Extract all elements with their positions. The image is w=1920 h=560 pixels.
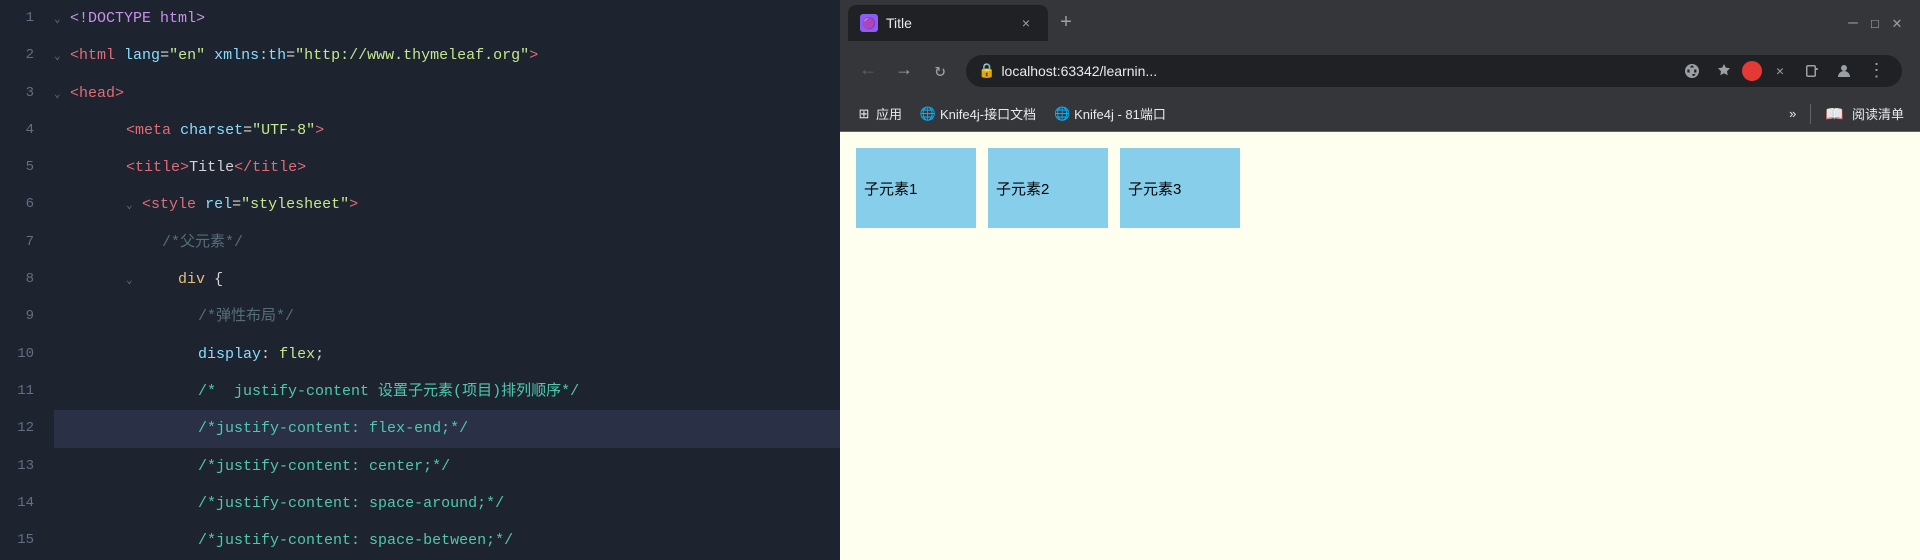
code-line-11: /* justify-content 设置子元素(项目)排列顺序*/ [54,373,840,410]
code-line-5: <title>Title</title> [54,149,840,186]
add-tab-icon: + [1060,12,1072,35]
maximize-icon: ☐ [1870,13,1880,33]
tab-bar: 🟣 Title × + — ☐ ✕ [840,0,1920,46]
code-line-4: <meta charset="UTF-8"> [54,112,840,149]
forward-icon: → [899,61,910,81]
line-num-10: 10 [0,336,34,373]
line-num-6: 6 [0,186,34,223]
back-icon: ← [863,61,874,81]
bookmarks-more-icon: » [1789,106,1796,121]
line-num-2: 2 [0,37,34,74]
code-line-9: /*弹性布局*/ [54,298,840,335]
flex-child-2: 子元素2 [988,148,1108,228]
extension-icon-red[interactable] [1742,61,1762,81]
line-num-5: 5 [0,149,34,186]
line-num-11: 11 [0,373,34,410]
apps-icon: ⊞ [856,106,872,122]
address-text: localhost:63342/learnin... [1001,63,1157,79]
line-num-3: 3 [0,75,34,112]
line-num-14: 14 [0,485,34,522]
line-numbers: 1 2 3 4 5 6 7 8 9 10 11 12 13 14 15 [0,0,46,560]
code-line-3: ⌄<head> [54,75,840,112]
minimize-icon: — [1848,14,1858,32]
line-num-13: 13 [0,448,34,485]
forward-button[interactable]: → [888,55,920,87]
bookmark-apps-label: 应用 [876,104,902,123]
bookmark-knife4j-81-label: Knife4j - 81端口 [1074,104,1166,123]
close-window-button[interactable]: ✕ [1890,16,1904,30]
extensions-button[interactable] [1798,57,1826,85]
refresh-icon: ↻ [935,60,946,82]
code-line-13: /*justify-content: center;*/ [54,448,840,485]
line-num-4: 4 [0,112,34,149]
tab-title: Title [886,15,1008,31]
divider [1810,104,1811,124]
bookmark-knife4j-api[interactable]: 🌐 Knife4j-接口文档 [912,100,1044,127]
code-editor: 1 2 3 4 5 6 7 8 9 10 11 12 13 14 15 ⌄<!D… [0,0,840,560]
bookmarks-more-button[interactable]: » [1781,102,1804,125]
close-window-icon: ✕ [1892,13,1902,33]
back-button[interactable]: ← [852,55,884,87]
bookmarks-right: » 📖 阅读清单 [1781,100,1912,127]
tab-favicon: 🟣 [860,14,878,32]
minimize-button[interactable]: — [1846,16,1860,30]
reading-list-label: 阅读清单 [1852,104,1904,123]
reading-list-icon: 📖 [1825,105,1844,123]
address-icons: ✕ ⋮ [1678,57,1890,85]
browser-tab[interactable]: 🟣 Title × [848,5,1048,41]
lock-icon: 🔒 [978,63,995,80]
tab-close-button[interactable]: × [1016,13,1036,33]
flex-child-1-label: 子元素1 [864,178,917,199]
code-line-14: /*justify-content: space-around;*/ [54,485,840,522]
window-controls: — ☐ ✕ [1846,16,1912,30]
code-line-6: ⌄<style rel="stylesheet"> [54,186,840,223]
code-line-8: ⌄ div { [54,261,840,298]
maximize-button[interactable]: ☐ [1868,16,1882,30]
code-line-2: ⌄<html lang="en" xmlns:th="http://www.th… [54,37,840,74]
new-tab-button[interactable]: + [1052,9,1080,37]
bookmarks-bar: ⊞ 应用 🌐 Knife4j-接口文档 🌐 Knife4j - 81端口 » 📖… [840,96,1920,132]
close-icon: × [1022,15,1030,31]
flex-child-3: 子元素3 [1120,148,1240,228]
line-num-8: 8 [0,261,34,298]
page-content: 子元素1 子元素2 子元素3 [840,132,1920,560]
flex-child-2-label: 子元素2 [996,178,1049,199]
menu-button[interactable]: ⋮ [1862,57,1890,85]
extension-x-button[interactable]: ✕ [1766,57,1794,85]
star-icon[interactable] [1710,57,1738,85]
line-num-15: 15 [0,522,34,559]
line-num-1: 1 [0,0,34,37]
bookmark-apps[interactable]: ⊞ 应用 [848,100,910,127]
reading-list-button[interactable]: 📖 阅读清单 [1817,100,1912,127]
line-num-9: 9 [0,298,34,335]
address-bar: ← → ↻ 🔒 localhost:63342/learnin... [840,46,1920,96]
code-line-10: display: flex; [54,336,840,373]
code-line-1: ⌄<!DOCTYPE html> [54,0,840,37]
line-num-7: 7 [0,224,34,261]
address-input-wrap[interactable]: 🔒 localhost:63342/learnin... ✕ [966,55,1902,87]
flex-child-3-label: 子元素3 [1128,178,1181,199]
refresh-button[interactable]: ↻ [924,55,956,87]
code-line-15: /*justify-content: space-between;*/ [54,522,840,559]
line-num-12: 12 [0,410,34,447]
flex-child-1: 子元素1 [856,148,976,228]
code-line-7: /*父元素*/ [54,224,840,261]
code-line-12: /*justify-content: flex-end;*/ [54,410,840,447]
knife4j-api-icon: 🌐 [920,106,936,122]
knife4j-81-icon: 🌐 [1054,106,1070,122]
browser-panel: 🟣 Title × + — ☐ ✕ ← → [840,0,1920,560]
code-area[interactable]: ⌄<!DOCTYPE html> ⌄<html lang="en" xmlns:… [46,0,840,560]
bookmark-knife4j-81[interactable]: 🌐 Knife4j - 81端口 [1046,100,1174,127]
translate-icon[interactable] [1678,57,1706,85]
bookmark-knife4j-api-label: Knife4j-接口文档 [940,104,1036,123]
profile-icon[interactable] [1830,57,1858,85]
